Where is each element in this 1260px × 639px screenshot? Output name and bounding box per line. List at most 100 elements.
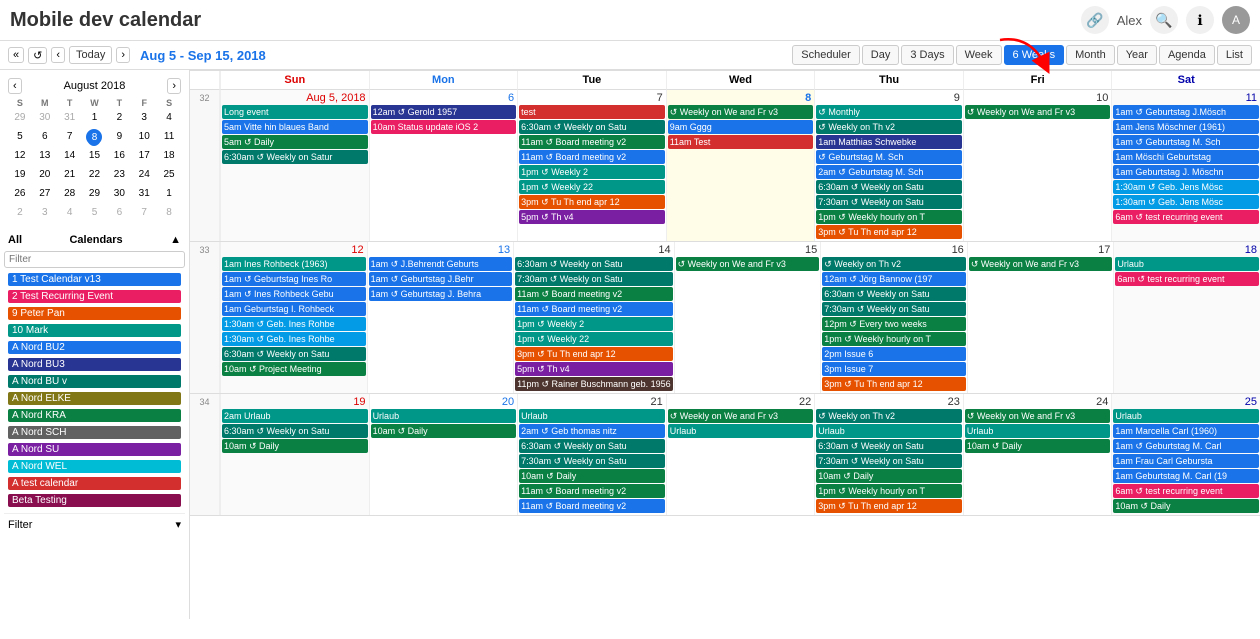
event[interactable]: 1pm ↺ Weekly hourly on T bbox=[816, 210, 962, 224]
mini-day[interactable]: 31 bbox=[132, 185, 156, 203]
event[interactable]: ↺ Weekly on Th v2 bbox=[816, 409, 962, 423]
event[interactable]: 1pm ↺ Weekly hourly on T bbox=[816, 484, 962, 498]
mini-day[interactable]: 16 bbox=[107, 147, 131, 165]
mini-day[interactable]: 17 bbox=[132, 147, 156, 165]
mini-day[interactable]: 21 bbox=[58, 166, 82, 184]
mini-day[interactable]: 15 bbox=[83, 147, 107, 165]
all-label[interactable]: All bbox=[8, 234, 22, 246]
event[interactable]: test bbox=[519, 105, 665, 119]
event[interactable]: 6:30am ↺ Weekly on Satu bbox=[519, 120, 665, 134]
event[interactable]: 1am Geburtstag M. Carl (19 bbox=[1113, 469, 1259, 483]
mini-day[interactable]: 23 bbox=[107, 166, 131, 184]
mini-prev[interactable]: ‹ bbox=[8, 78, 22, 94]
event[interactable]: 6:30am ↺ Weekly on Satu bbox=[515, 257, 672, 271]
cal-item[interactable]: Beta Testing bbox=[4, 492, 185, 509]
link-icon[interactable]: 🔗 bbox=[1081, 6, 1109, 34]
mini-day[interactable]: 27 bbox=[33, 185, 57, 203]
event[interactable]: 11am ↺ Board meeting v2 bbox=[515, 302, 672, 316]
event[interactable]: 10am ↺ Daily bbox=[816, 469, 962, 483]
event[interactable]: 1am ↺ J.Behrendt Geburts bbox=[369, 257, 513, 271]
event[interactable]: 6:30am ↺ Weekly on Satu bbox=[222, 424, 368, 438]
event[interactable]: 11am ↺ Board meeting v2 bbox=[519, 484, 665, 498]
mini-day[interactable]: 1 bbox=[83, 109, 107, 127]
view-btn-6-weeks[interactable]: 6 Weeks bbox=[1004, 45, 1065, 65]
event[interactable]: 5am ↺ Daily bbox=[222, 135, 368, 149]
event[interactable]: 1am ↺ Geburtstag Ines Ro bbox=[222, 272, 366, 286]
mini-day[interactable]: 8 bbox=[86, 129, 102, 145]
event[interactable]: 1am Frau Carl Gebursta bbox=[1113, 454, 1259, 468]
day-num[interactable]: 8 bbox=[668, 91, 814, 105]
mini-day[interactable]: 30 bbox=[33, 109, 57, 127]
mini-day[interactable]: 25 bbox=[157, 166, 181, 184]
cal-item[interactable]: A test calendar bbox=[4, 475, 185, 492]
event[interactable]: ↺ Weekly on We and Fr v3 bbox=[969, 257, 1113, 271]
event[interactable]: 7:30am ↺ Weekly on Satu bbox=[519, 454, 665, 468]
mini-day[interactable]: 8 bbox=[157, 204, 181, 222]
day-num[interactable]: 9 bbox=[816, 91, 962, 105]
mini-day[interactable]: 20 bbox=[33, 166, 57, 184]
collapse-icon[interactable]: ▲ bbox=[170, 234, 181, 246]
mini-day[interactable]: 6 bbox=[107, 204, 131, 222]
event[interactable]: 1am ↺ Geburtstag J. Behra bbox=[369, 287, 513, 301]
cal-item[interactable]: A Nord SCH bbox=[4, 424, 185, 441]
day-num[interactable]: 7 bbox=[519, 91, 665, 105]
cal-item[interactable]: A Nord BU3 bbox=[4, 356, 185, 373]
event[interactable]: 6am ↺ test recurring event bbox=[1113, 484, 1259, 498]
mini-day[interactable]: 2 bbox=[107, 109, 131, 127]
event[interactable]: ↺ Weekly on We and Fr v3 bbox=[965, 409, 1111, 423]
cal-item[interactable]: 2 Test Recurring Event bbox=[4, 288, 185, 305]
event[interactable]: 1:30am ↺ Geb. Ines Rohbe bbox=[222, 317, 366, 331]
avatar[interactable]: A bbox=[1222, 6, 1250, 34]
day-num[interactable]: 12 bbox=[222, 243, 366, 257]
event[interactable]: Urlaub bbox=[965, 424, 1111, 438]
event[interactable]: 3pm ↺ Tu Th end apr 12 bbox=[519, 195, 665, 209]
event[interactable]: 5am Vitte hin blaues Band bbox=[222, 120, 368, 134]
mini-day[interactable]: 28 bbox=[58, 185, 82, 203]
event[interactable]: 5pm ↺ Th v4 bbox=[515, 362, 672, 376]
event[interactable]: 2am ↺ Geb thomas nitz bbox=[519, 424, 665, 438]
event[interactable]: Urlaub bbox=[1115, 257, 1259, 271]
day-num[interactable]: 13 bbox=[369, 243, 513, 257]
event[interactable]: 10am ↺ Daily bbox=[965, 439, 1111, 453]
day-num[interactable]: 20 bbox=[371, 395, 517, 409]
event[interactable]: 2am ↺ Geburtstag M. Sch bbox=[816, 165, 962, 179]
event[interactable]: Urlaub bbox=[816, 424, 962, 438]
day-num[interactable]: 14 bbox=[515, 243, 672, 257]
event[interactable]: 6am ↺ test recurring event bbox=[1113, 210, 1259, 224]
event[interactable]: 11am Test bbox=[668, 135, 814, 149]
cal-item[interactable]: 1 Test Calendar v13 bbox=[4, 271, 185, 288]
event[interactable]: 1am Ines Rohbeck (1963) bbox=[222, 257, 366, 271]
nav-double-prev[interactable]: « bbox=[8, 47, 24, 63]
day-num[interactable]: 21 bbox=[519, 395, 665, 409]
cal-item[interactable]: A Nord KRA bbox=[4, 407, 185, 424]
event[interactable]: ↺ Geburtstag M. Sch bbox=[816, 150, 962, 164]
event[interactable]: 3pm ↺ Tu Th end apr 12 bbox=[515, 347, 672, 361]
event[interactable]: 2pm Issue 6 bbox=[822, 347, 966, 361]
mini-day[interactable]: 22 bbox=[83, 166, 107, 184]
cal-item[interactable]: 9 Peter Pan bbox=[4, 305, 185, 322]
view-btn-month[interactable]: Month bbox=[1066, 45, 1115, 65]
mini-day[interactable]: 3 bbox=[33, 204, 57, 222]
mini-day[interactable]: 1 bbox=[157, 185, 181, 203]
view-btn-scheduler[interactable]: Scheduler bbox=[792, 45, 860, 65]
mini-day[interactable]: 30 bbox=[107, 185, 131, 203]
day-num[interactable]: 25 bbox=[1113, 395, 1259, 409]
nav-next[interactable]: › bbox=[116, 47, 130, 63]
mini-next[interactable]: › bbox=[167, 78, 181, 94]
mini-day[interactable]: 5 bbox=[8, 128, 32, 146]
cal-item[interactable]: A Nord WEL bbox=[4, 458, 185, 475]
day-num[interactable]: Aug 5, 2018 bbox=[222, 91, 368, 105]
event[interactable]: 11am ↺ Board meeting v2 bbox=[519, 499, 665, 513]
mini-day[interactable]: 12 bbox=[8, 147, 32, 165]
event[interactable]: 12pm ↺ Every two weeks bbox=[822, 317, 966, 331]
info-icon[interactable]: ℹ bbox=[1186, 6, 1214, 34]
bottom-filter[interactable]: Filter ▾ bbox=[4, 513, 185, 535]
event[interactable]: 6:30am ↺ Weekly on Satu bbox=[816, 180, 962, 194]
nav-prev[interactable]: ‹ bbox=[51, 47, 65, 63]
event[interactable]: ↺ Weekly on Th v2 bbox=[816, 120, 962, 134]
event[interactable]: 11am ↺ Board meeting v2 bbox=[515, 287, 672, 301]
day-num[interactable]: 11 bbox=[1113, 91, 1259, 105]
event[interactable]: ↺ Weekly on We and Fr v3 bbox=[668, 105, 814, 119]
view-btn-day[interactable]: Day bbox=[862, 45, 900, 65]
event[interactable]: 6:30am ↺ Weekly on Satu bbox=[816, 439, 962, 453]
